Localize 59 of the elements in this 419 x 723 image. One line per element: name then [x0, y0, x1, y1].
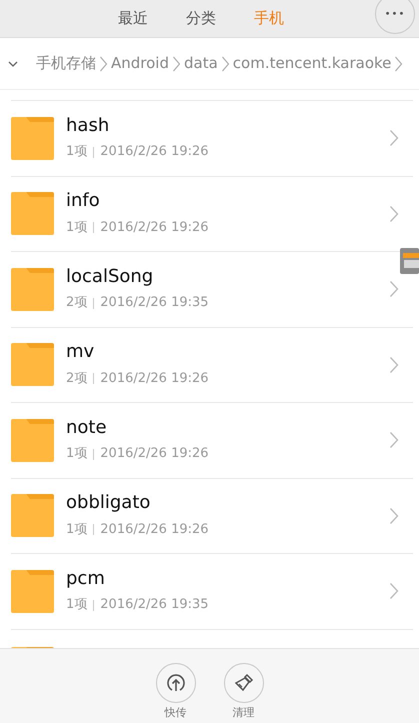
chevron-right-icon [172, 54, 181, 72]
item-count: 1项 [66, 596, 88, 614]
item-count: 1项 [66, 218, 88, 237]
item-count: 1项 [66, 445, 88, 464]
chevron-right-icon [220, 54, 230, 72]
item-count: 2项 [66, 370, 88, 388]
chevron-right-icon[interactable] [389, 204, 399, 223]
folder-row[interactable]: hash 1项 2016/2/26 19:26 [11, 100, 413, 176]
chevron-right-icon [99, 54, 108, 72]
chevron-right-icon[interactable] [389, 431, 399, 450]
tab[interactable]: 最近 [118, 7, 148, 30]
item-count: 2项 [66, 294, 88, 312]
folder-name: note [66, 416, 108, 438]
folder-name: mv [66, 341, 96, 363]
chevron-right-icon[interactable] [389, 129, 399, 148]
item-count: 1项 [66, 520, 88, 539]
transfer-button[interactable] [156, 663, 196, 703]
breadcrumb-item[interactable]: com.tencent.karaoke [232, 52, 392, 75]
folder-row[interactable]: info 1项 2016/2/26 19:26 [11, 176, 413, 251]
modified-date: 2016/2/26 19:35 [100, 596, 209, 614]
item-count: 1项 [66, 143, 88, 162]
folder-icon [11, 570, 54, 613]
folder-row[interactable]: note 1项 2016/2/26 19:26 [11, 402, 413, 478]
floating-widget-icon[interactable] [400, 248, 419, 274]
folder-name: hash [66, 114, 110, 136]
breadcrumb-item[interactable]: data [184, 52, 218, 75]
folder-name: pcm [66, 568, 106, 590]
modified-date: 2016/2/26 19:26 [100, 218, 209, 237]
folder-name: localSong [66, 266, 154, 288]
modified-date: 2016/2/26 19:26 [100, 370, 209, 388]
upload-icon [166, 673, 186, 693]
breadcrumb-item[interactable]: 手机存储 [36, 52, 96, 75]
folder-icon [11, 192, 54, 236]
chevron-right-icon[interactable] [389, 582, 399, 600]
breadcrumb-item[interactable]: Android [111, 52, 169, 75]
modified-date: 2016/2/26 19:35 [100, 294, 209, 312]
folder-name: info [66, 190, 101, 212]
chevron-right-icon[interactable] [389, 506, 399, 525]
chevron-right-icon[interactable] [389, 280, 399, 298]
more-button[interactable]: ••• [375, 0, 415, 34]
folder-icon [11, 494, 54, 538]
folder-icon [11, 418, 54, 462]
folder-row[interactable]: mv 2项 2016/2/26 19:26 [11, 326, 413, 402]
folder-icon [11, 268, 54, 311]
action-label: 快传 [164, 705, 186, 721]
folder-name: obbligato [66, 492, 152, 514]
folder-icon [11, 116, 54, 160]
folder-row[interactable]: obbligato 1项 2016/2/26 19:26 [11, 478, 413, 553]
modified-date: 2016/2/26 19:26 [100, 445, 209, 464]
chevron-right-icon [394, 54, 404, 72]
action-label: 清理 [232, 705, 254, 721]
folder-icon [11, 343, 54, 386]
clean-button[interactable] [224, 663, 264, 703]
folder-row[interactable]: pcm 1项 2016/2/26 19:35 [11, 553, 413, 628]
modified-date: 2016/2/26 19:26 [100, 520, 209, 539]
modified-date: 2016/2/26 19:26 [100, 143, 209, 162]
tab[interactable]: 分类 [186, 7, 216, 30]
chevron-right-icon[interactable] [389, 356, 399, 374]
brush-icon [234, 673, 254, 693]
